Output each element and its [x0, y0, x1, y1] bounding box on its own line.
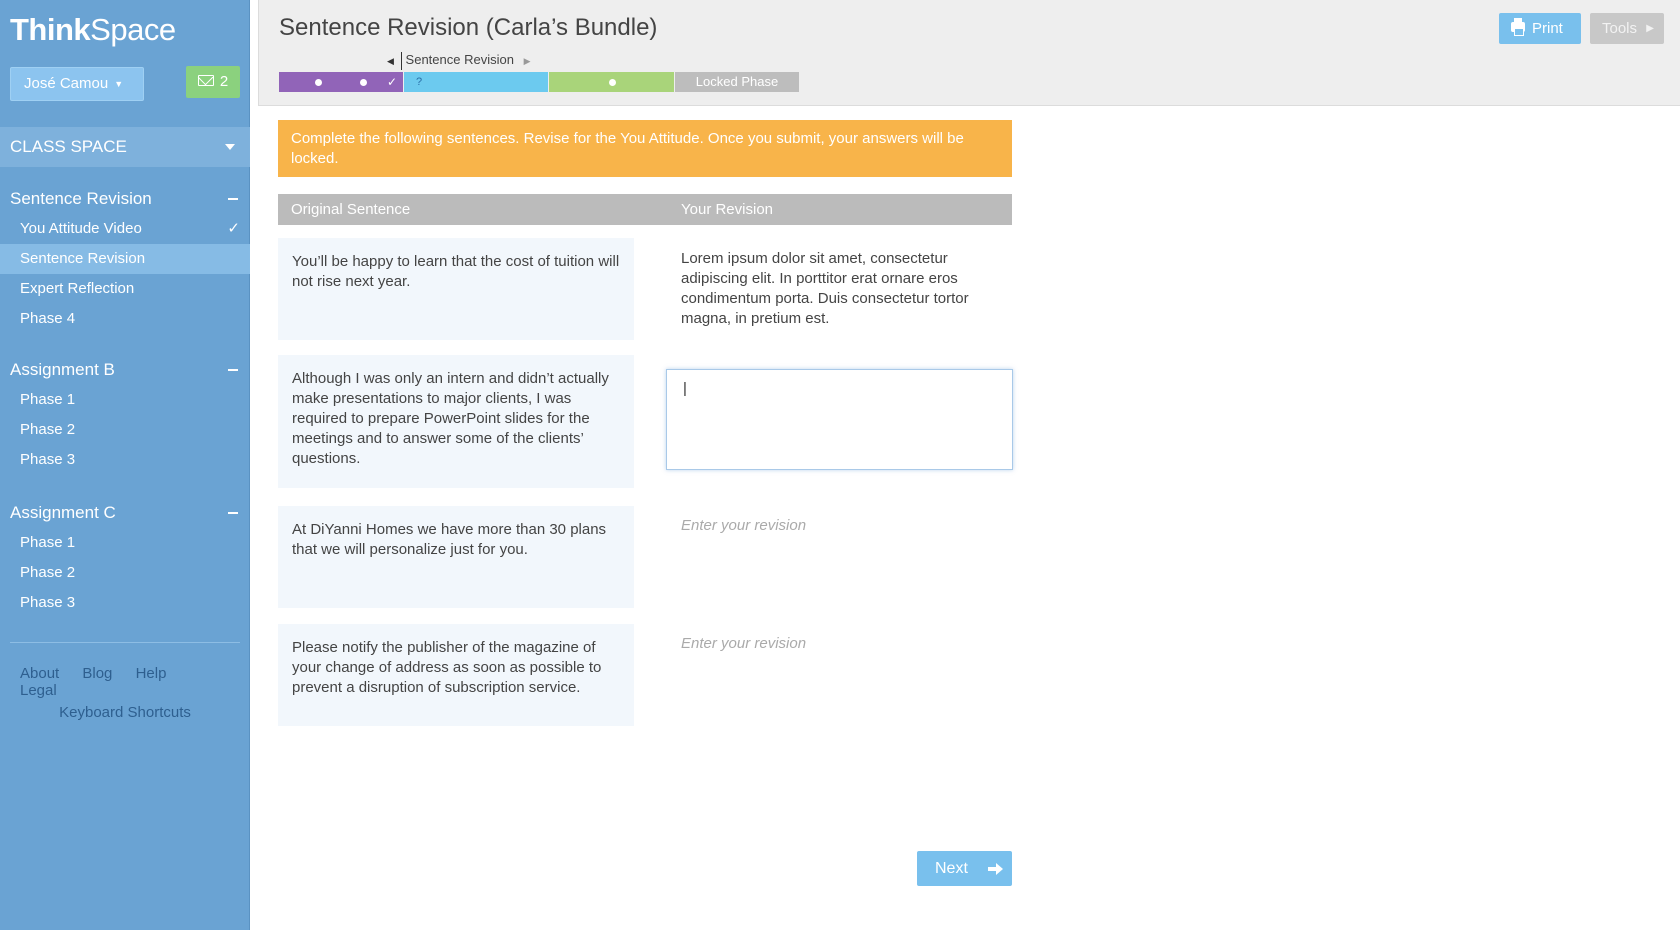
nav-group-title[interactable]: Sentence Revision: [0, 186, 250, 212]
nav-group-title[interactable]: Assignment B: [0, 357, 250, 383]
class-space-label: CLASS SPACE: [10, 137, 127, 156]
nav-item-you-attitude-video[interactable]: You Attitude Video ✓: [0, 214, 250, 244]
class-space-toggle[interactable]: CLASS SPACE: [0, 127, 250, 167]
app-logo[interactable]: ThinkSpace: [10, 12, 176, 48]
print-button[interactable]: Print: [1499, 13, 1581, 44]
next-label: Next: [935, 860, 968, 877]
step-dot: [315, 79, 322, 86]
print-label: Print: [1532, 20, 1563, 37]
blog-link[interactable]: Blog: [82, 665, 112, 682]
nav-item-phase-2[interactable]: Phase 2: [0, 558, 250, 588]
revision-text-1[interactable]: Lorem ipsum dolor sit amet, consectetur …: [681, 249, 1001, 329]
collapse-icon[interactable]: [228, 198, 238, 200]
nav-item-phase-3[interactable]: Phase 3: [0, 445, 250, 475]
revision-column-header: Your Revision: [681, 201, 773, 218]
nav-item-label: You Attitude Video: [20, 220, 142, 237]
revision-input-4[interactable]: Enter your revision: [681, 635, 806, 652]
user-menu-button[interactable]: José Camou ▼: [10, 67, 144, 101]
phase-segment-3[interactable]: [548, 72, 674, 92]
printer-icon: [1511, 18, 1525, 36]
footer-links: About Blog Help Legal: [20, 665, 240, 699]
nav-item-label: Phase 2: [20, 564, 76, 581]
tools-label: Tools: [1602, 20, 1638, 37]
nav-group-title[interactable]: Assignment C: [0, 500, 250, 526]
keyboard-shortcuts-link[interactable]: Keyboard Shortcuts: [0, 704, 250, 721]
nav-group-title-text: Assignment B: [10, 360, 115, 379]
nav-item-label: Phase 2: [20, 421, 76, 438]
page-title: Sentence Revision (Carla’s Bundle): [279, 14, 658, 41]
nav-item-expert-reflection[interactable]: Expert Reflection: [0, 274, 250, 304]
original-sentence-4: Please notify the publisher of the magaz…: [278, 624, 634, 726]
app-root: ThinkSpace José Camou ▼ 2 CLASS SPACE Sen…: [0, 0, 1680, 930]
legal-link[interactable]: Legal: [20, 682, 57, 699]
message-count: 2: [219, 73, 229, 90]
nav-item-label: Sentence Revision: [20, 250, 146, 267]
nav-group-assignment-c: Assignment C Phase 1 Phase 2 Phase 3: [0, 500, 250, 618]
original-sentence-2: Although I was only an intern and didn’t…: [278, 355, 634, 488]
current-phase-marker: [401, 52, 402, 70]
logo-space: Space: [90, 12, 176, 47]
sidebar: ThinkSpace José Camou ▼ 2 CLASS SPACE Sen…: [0, 0, 250, 930]
about-link[interactable]: About: [20, 665, 59, 682]
nav-item-phase-1[interactable]: Phase 1: [0, 385, 250, 415]
chevron-right-icon: ▶: [1646, 23, 1654, 34]
phase-segment-1[interactable]: ✓: [279, 72, 403, 92]
nav-item-phase-1[interactable]: Phase 1: [0, 528, 250, 558]
collapse-icon[interactable]: [228, 512, 238, 514]
check-icon: ✓: [227, 220, 240, 237]
caret-down-icon: ▼: [114, 79, 124, 90]
question-icon: ?: [416, 76, 423, 88]
previous-phase-icon[interactable]: ◀: [387, 56, 394, 67]
check-icon: ✓: [386, 75, 397, 89]
step-dot: [360, 79, 367, 86]
page-header: Sentence Revision (Carla’s Bundle) Print…: [258, 0, 1680, 106]
arrow-right-icon: [988, 863, 1003, 875]
revision-input-3[interactable]: Enter your revision: [681, 517, 806, 534]
current-phase-label: Sentence Revision: [405, 52, 514, 67]
messages-button[interactable]: 2: [186, 66, 240, 98]
nav-item-label: Phase 3: [20, 451, 76, 468]
nav-group-title-text: Sentence Revision: [10, 189, 152, 208]
nav-item-label: Expert Reflection: [20, 280, 135, 297]
logo-think: Think: [10, 12, 91, 47]
phase-segment-2[interactable]: ?: [403, 72, 548, 92]
tools-button[interactable]: Tools ▶: [1590, 13, 1664, 44]
step-dot: [609, 79, 616, 86]
nav-item-label: Phase 1: [20, 391, 76, 408]
nav-group-sentence-revision: Sentence Revision You Attitude Video ✓ S…: [0, 186, 250, 334]
nav-item-phase-2[interactable]: Phase 2: [0, 415, 250, 445]
help-link[interactable]: Help: [136, 665, 167, 682]
nav-item-label: Phase 3: [20, 594, 76, 611]
revision-input-2[interactable]: |: [666, 369, 1013, 470]
nav-item-label: Phase 1: [20, 534, 76, 551]
nav-group-assignment-b: Assignment B Phase 1 Phase 2 Phase 3: [0, 357, 250, 475]
nav-group-title-text: Assignment C: [10, 503, 116, 522]
table-header: Original Sentence Your Revision: [278, 194, 1012, 225]
collapse-icon[interactable]: [228, 369, 238, 371]
triangle-down-icon: [225, 144, 235, 150]
original-column-header: Original Sentence: [291, 201, 411, 218]
phase-navigator: ◀ Sentence Revision ▶: [387, 52, 531, 70]
nav-item-label: Phase 4: [20, 310, 76, 327]
nav-item-sentence-revision[interactable]: Sentence Revision: [0, 244, 250, 274]
original-sentence-3: At DiYanni Homes we have more than 30 pl…: [278, 506, 634, 608]
next-button[interactable]: Next: [917, 851, 1012, 886]
locked-phase-segment: Locked Phase: [674, 72, 799, 92]
user-name: José Camou: [24, 75, 109, 92]
instructions-banner: Complete the following sentences. Revise…: [278, 120, 1012, 177]
original-sentence-1: You’ll be happy to learn that the cost o…: [278, 238, 634, 340]
next-phase-icon[interactable]: ▶: [524, 56, 531, 67]
nav-item-phase-3[interactable]: Phase 3: [0, 588, 250, 618]
sidebar-divider: [10, 642, 240, 643]
envelope-icon: [197, 75, 214, 87]
nav-item-phase-4[interactable]: Phase 4: [0, 304, 250, 334]
